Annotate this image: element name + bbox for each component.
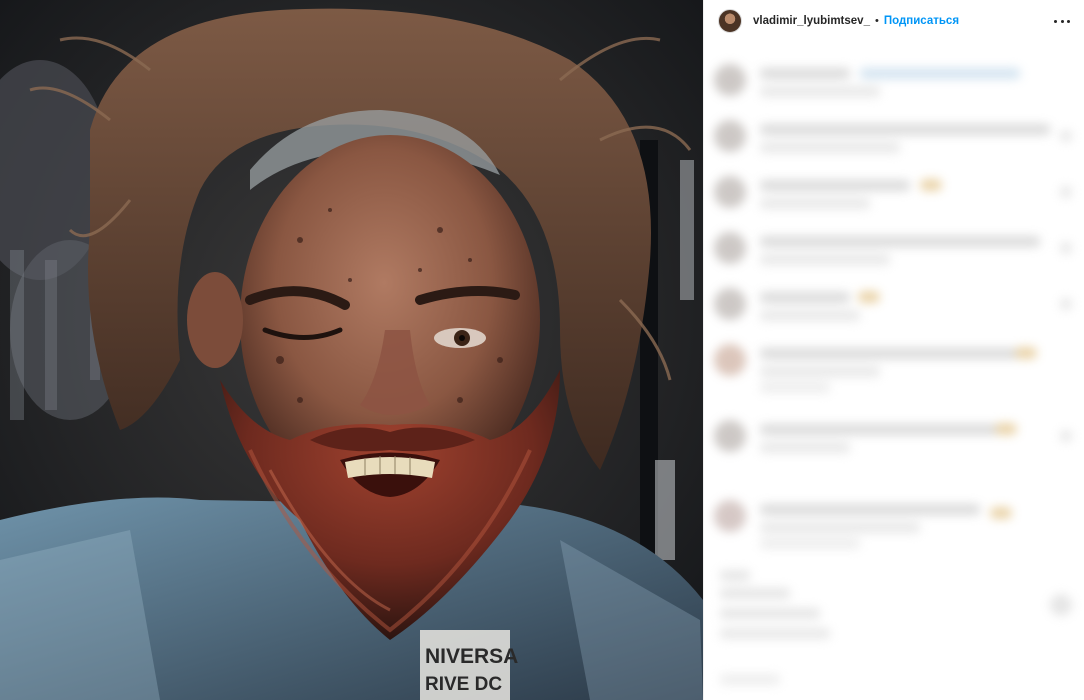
- shirt-text-line1: NIVERSA: [425, 645, 518, 668]
- comment-item: [710, 226, 1080, 266]
- comment-item: [710, 664, 1080, 700]
- comment-item: [710, 58, 1080, 98]
- comment-item: [710, 494, 1080, 549]
- shirt-text-line2: RIVE DC: [425, 674, 502, 695]
- comment-item: [710, 414, 1080, 454]
- comment-item: [710, 114, 1080, 154]
- follow-button[interactable]: Подписаться: [884, 15, 959, 27]
- author-username[interactable]: vladimir_lyubimtsev_: [753, 15, 870, 27]
- comment-item: [710, 338, 1080, 393]
- instagram-post: NIVERSA RIVE DC vladimir_lyubimtsev_ • П…: [0, 0, 1084, 700]
- author-avatar[interactable]: [718, 9, 742, 33]
- post-header: vladimir_lyubimtsev_ • Подписаться: [704, 0, 1084, 42]
- comment-item: [710, 282, 1080, 322]
- header-separator: •: [874, 15, 879, 27]
- portrait-image: NIVERSA RIVE DC: [0, 0, 703, 700]
- comment-item: [710, 564, 1080, 639]
- comments-list-blurred: [704, 44, 1084, 700]
- more-horizontal-icon[interactable]: [1054, 13, 1070, 29]
- post-photo[interactable]: NIVERSA RIVE DC: [0, 0, 703, 700]
- comment-item: [710, 170, 1080, 210]
- post-side-panel: vladimir_lyubimtsev_ • Подписаться: [703, 0, 1084, 700]
